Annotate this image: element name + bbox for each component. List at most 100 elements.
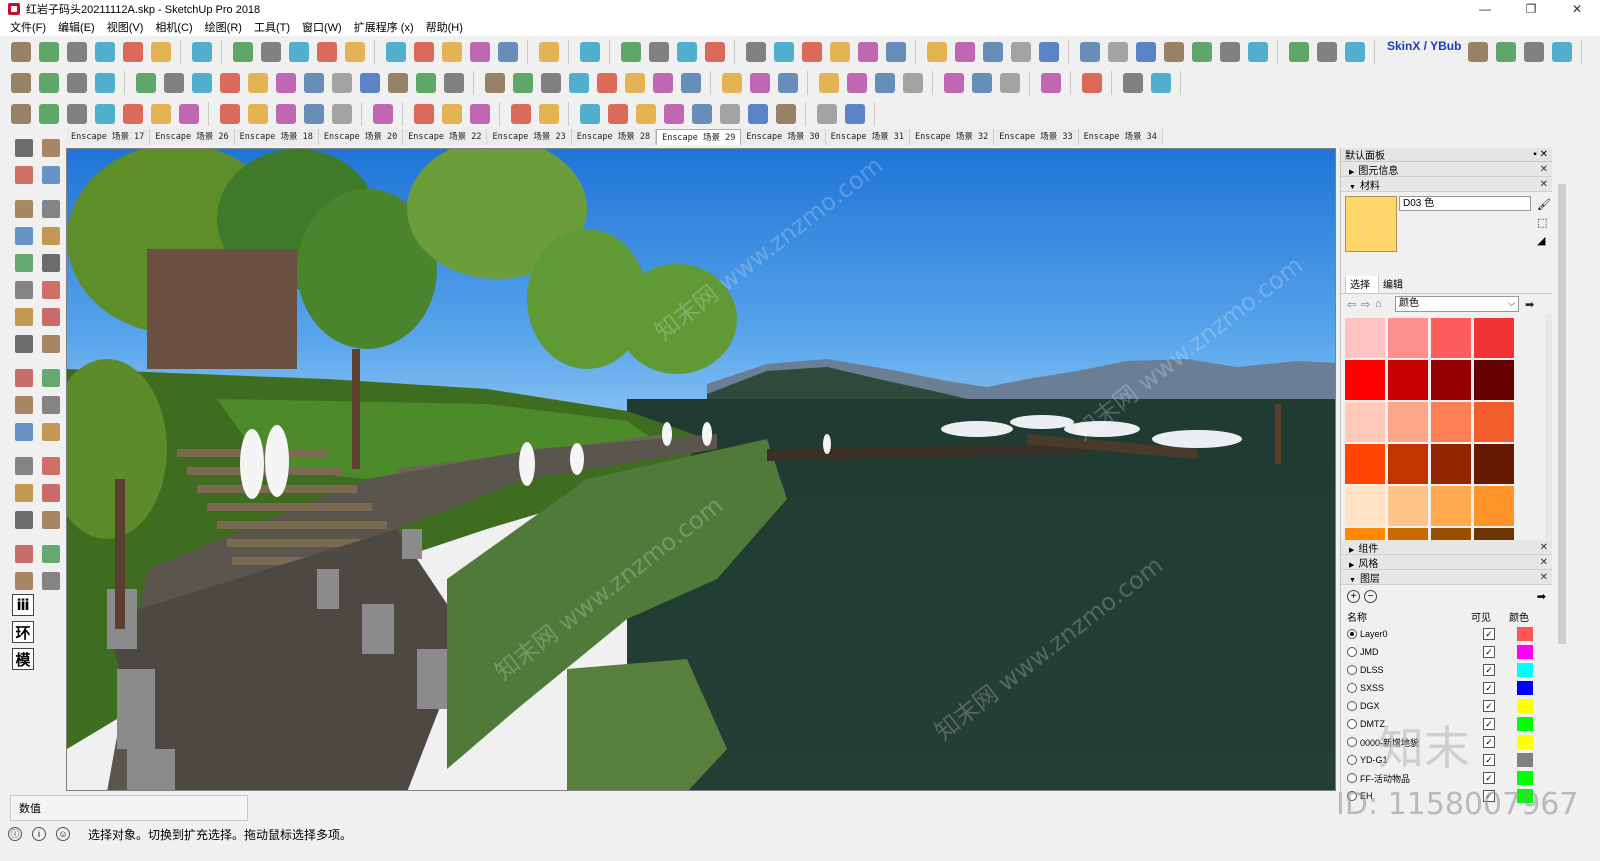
drawing-tool-button[interactable] <box>12 224 35 248</box>
layer-name[interactable]: DGX <box>1360 701 1480 711</box>
material-library-select[interactable]: 颜色 <box>1395 296 1519 312</box>
toolbar-tool-button[interactable] <box>1133 39 1159 65</box>
menu-tools[interactable]: 工具(T) <box>254 19 290 35</box>
material-color-swatch[interactable] <box>1345 402 1385 442</box>
toolbar-tool-button[interactable] <box>92 70 118 96</box>
toolbar-tool-button[interactable] <box>510 70 536 96</box>
layer-visible-checkbox[interactable]: ✓ <box>1483 772 1495 784</box>
toolbar-tool-button[interactable] <box>342 39 368 65</box>
plugin-char-button[interactable]: 模 <box>12 648 34 670</box>
toolbar-tool-button[interactable] <box>1148 70 1174 96</box>
toolbar-tool-button[interactable] <box>286 39 312 65</box>
toolbar-tool-button[interactable] <box>605 101 631 127</box>
menu-draw[interactable]: 绘图(R) <box>205 19 242 35</box>
toolbar-tool-button[interactable] <box>273 70 299 96</box>
toolbar-tool-button[interactable] <box>773 101 799 127</box>
toolbar-tool-button[interactable] <box>618 39 644 65</box>
toolbar-tool-button[interactable] <box>8 39 34 65</box>
plugin-char-button[interactable]: 环 <box>12 621 34 643</box>
scene-tab[interactable]: Enscape 场景 22 <box>403 129 488 145</box>
toolbar-tool-button[interactable] <box>844 70 870 96</box>
active-layer-radio[interactable] <box>1347 737 1357 747</box>
drawing-tool-button[interactable] <box>12 481 35 505</box>
toolbar-tool-button[interactable] <box>577 101 603 127</box>
toolbar-tool-button[interactable] <box>217 70 243 96</box>
section-entity-info[interactable]: ▶ 图元信息 ✕ <box>1341 162 1552 177</box>
toolbar-tool-button[interactable] <box>189 39 215 65</box>
drawing-tool-button[interactable] <box>12 454 35 478</box>
plugin-char-button[interactable]: ⅲ <box>12 594 34 616</box>
scene-tab[interactable]: Enscape 场景 31 <box>825 129 910 145</box>
toolbar-tool-button[interactable] <box>1161 39 1187 65</box>
toolbar-tool-button[interactable] <box>924 39 950 65</box>
material-color-swatch[interactable] <box>1431 402 1471 442</box>
material-color-swatch[interactable] <box>1388 360 1428 400</box>
layer-color-swatch[interactable] <box>1517 663 1533 677</box>
menu-edit[interactable]: 编辑(E) <box>58 19 95 35</box>
tab-select[interactable]: 选择 <box>1345 275 1379 293</box>
menu-extensions[interactable]: 扩展程序 (x) <box>354 19 414 35</box>
drawing-tool-button[interactable] <box>39 305 62 329</box>
drawing-tool-button[interactable] <box>39 163 62 187</box>
toolbar-tool-button[interactable] <box>148 101 174 127</box>
toolbar-tool-button[interactable] <box>799 39 825 65</box>
menu-help[interactable]: 帮助(H) <box>426 19 463 35</box>
measurements-box[interactable]: 数值 <box>10 795 248 821</box>
material-color-swatch[interactable] <box>1431 318 1471 358</box>
close-icon[interactable]: ✕ <box>1540 557 1548 568</box>
scene-tab[interactable]: Enscape 场景 18 <box>234 129 319 145</box>
toolbar-tool-button[interactable] <box>189 70 215 96</box>
layer-row[interactable]: JMD ✓ <box>1341 643 1552 661</box>
menu-view[interactable]: 视图(V) <box>107 19 144 35</box>
drawing-tool-button[interactable] <box>12 393 35 417</box>
scene-tab[interactable]: Enscape 场景 33 <box>994 129 1079 145</box>
active-layer-radio[interactable] <box>1347 665 1357 675</box>
scene-tab[interactable]: Enscape 场景 34 <box>1078 129 1163 145</box>
toolbar-tool-button[interactable] <box>383 39 409 65</box>
scene-tab[interactable]: Enscape 场景 17 <box>66 129 151 145</box>
menu-file[interactable]: 文件(F) <box>10 19 46 35</box>
toolbar-tool-button[interactable] <box>577 39 603 65</box>
material-swatch[interactable] <box>1345 196 1397 252</box>
toolbar-tool-button[interactable] <box>482 70 508 96</box>
toolbar-tool-button[interactable] <box>36 101 62 127</box>
scene-tab[interactable]: Enscape 场景 23 <box>487 129 572 145</box>
toolbar-tool-button[interactable] <box>370 101 396 127</box>
toolbar-tool-button[interactable] <box>1077 39 1103 65</box>
scene-tab[interactable]: Enscape 场景 26 <box>150 129 235 145</box>
drawing-tool-button[interactable] <box>12 251 35 275</box>
drawing-tool-button[interactable] <box>39 136 62 160</box>
credits-icon[interactable]: i <box>32 827 46 841</box>
geo-location-icon[interactable]: ⓘ <box>8 827 22 841</box>
toolbar-tool-button[interactable] <box>1038 70 1064 96</box>
toolbar-tool-button[interactable] <box>467 39 493 65</box>
drawing-tool-button[interactable] <box>12 420 35 444</box>
tray-scrollbar[interactable] <box>1556 148 1568 791</box>
toolbar-tool-button[interactable] <box>872 70 898 96</box>
drawing-tool-button[interactable] <box>12 366 35 390</box>
toolbar-tool-button[interactable] <box>301 101 327 127</box>
toolbar-tool-button[interactable] <box>508 101 534 127</box>
toolbar-tool-button[interactable] <box>536 39 562 65</box>
drawing-tool-button[interactable] <box>39 542 62 566</box>
toolbar-tool-button[interactable] <box>245 70 271 96</box>
toolbar-tool-button[interactable] <box>258 39 284 65</box>
drawing-tool-button[interactable] <box>12 542 35 566</box>
material-color-swatch[interactable] <box>1388 528 1428 540</box>
toolbar-tool-button[interactable] <box>952 39 978 65</box>
drawing-tool-button[interactable] <box>39 278 62 302</box>
active-layer-radio[interactable] <box>1347 647 1357 657</box>
layer-visible-checkbox[interactable]: ✓ <box>1483 682 1495 694</box>
layer-color-swatch[interactable] <box>1517 771 1533 785</box>
layer-col-visible[interactable]: 可见 <box>1471 609 1509 624</box>
drawing-tool-button[interactable] <box>39 420 62 444</box>
home-icon[interactable]: ⌂ <box>1375 298 1389 310</box>
toolbar-tool-button[interactable] <box>495 39 521 65</box>
material-color-swatch[interactable] <box>1431 486 1471 526</box>
material-color-swatch[interactable] <box>1345 318 1385 358</box>
toolbar-tool-button[interactable] <box>413 70 439 96</box>
material-color-swatch[interactable] <box>1474 402 1514 442</box>
toolbar-tool-button[interactable] <box>64 101 90 127</box>
toolbar-tool-button[interactable] <box>814 101 840 127</box>
material-color-swatch[interactable] <box>1388 402 1428 442</box>
